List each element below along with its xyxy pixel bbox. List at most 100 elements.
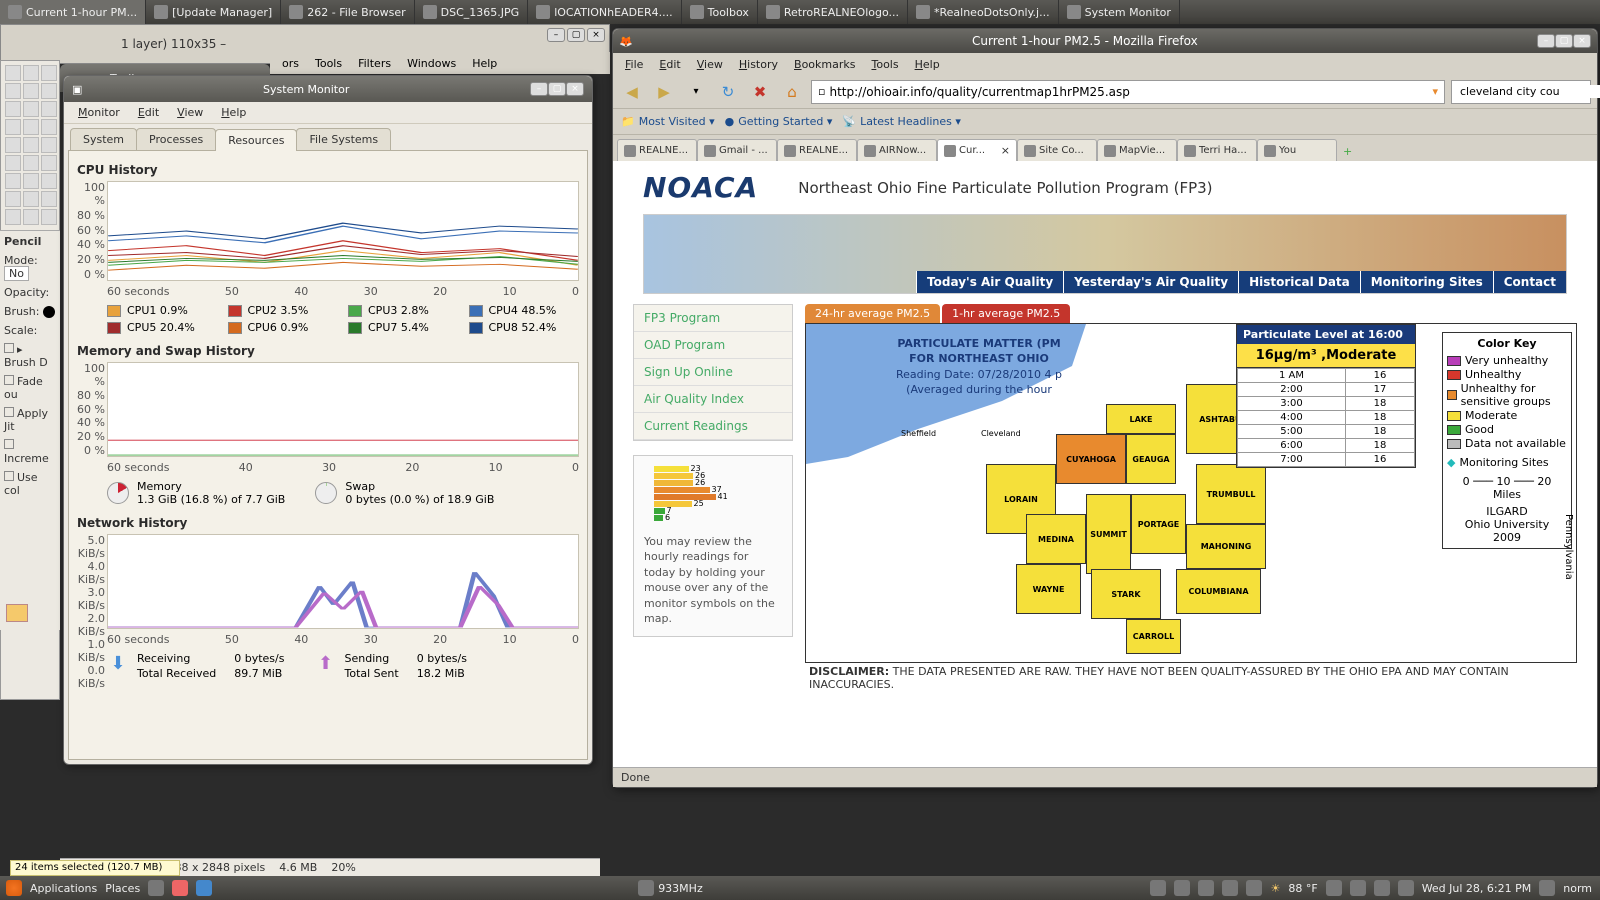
bookmark-item[interactable]: 📁Most Visited ▾ [621,115,715,128]
nav-item[interactable]: Today's Air Quality [916,271,1063,293]
menu-item[interactable]: Help [213,104,254,121]
new-tab-button[interactable]: + [1337,142,1358,161]
tool-button[interactable] [23,155,39,171]
nav-dropdown[interactable]: ▾ [683,79,709,105]
menu-item[interactable]: Help [909,56,946,73]
tool-button[interactable] [5,155,21,171]
tool-button[interactable] [41,209,57,225]
taskbar-item[interactable]: System Monitor [1059,0,1180,24]
county-mahoning[interactable]: MAHONING [1186,524,1266,569]
menu-item[interactable]: File [619,56,649,73]
brush-preview[interactable] [43,306,55,318]
tool-button[interactable] [41,191,57,207]
tool-button[interactable] [23,83,39,99]
option-row[interactable]: Apply Jit [4,407,56,433]
browser-tab[interactable]: Gmail - ... [697,139,777,161]
close-button[interactable]: × [566,82,584,96]
county-columbiana[interactable]: COLUMBIANA [1176,569,1261,614]
clock[interactable]: Wed Jul 28, 6:21 PM [1422,882,1532,895]
menu-item[interactable]: ors [276,55,305,72]
taskbar-item[interactable]: Current 1-hour PM... [0,0,146,24]
tray-icon[interactable] [1246,880,1262,896]
tool-button[interactable] [5,83,21,99]
county-geauga[interactable]: GEAUGA [1126,434,1176,484]
browser-tab[interactable]: Terri Ha... [1177,139,1257,161]
maximize-button[interactable]: ▢ [1555,34,1573,48]
tool-button[interactable] [5,119,21,135]
menu-item[interactable]: View [691,56,729,73]
tool-button[interactable] [23,191,39,207]
volume-icon[interactable] [1350,880,1366,896]
menu-item[interactable]: Windows [401,55,462,72]
browser-tab[interactable]: You [1257,139,1337,161]
menu-item[interactable]: Help [466,55,503,72]
county-summit[interactable]: SUMMIT [1086,494,1131,574]
tool-button[interactable] [5,173,21,189]
tool-button[interactable] [5,209,21,225]
sidebar-item[interactable]: Air Quality Index [634,386,792,413]
stop-button[interactable]: ✖ [747,79,773,105]
tool-button[interactable] [23,173,39,189]
menu-item[interactable]: Filters [352,55,397,72]
tab-1hr[interactable]: 1-hr average PM2.5 [942,304,1070,323]
tool-button[interactable] [41,155,57,171]
applications-menu[interactable]: Applications [30,882,97,895]
tray-icon[interactable] [1198,880,1214,896]
taskbar-item[interactable]: DSC_1365.JPG [415,0,529,24]
menu-item[interactable]: Monitor [70,104,128,121]
nav-item[interactable]: Monitoring Sites [1360,271,1493,293]
browser-tab[interactable]: AIRNow... [857,139,937,161]
browser-tab[interactable]: REALNE... [777,139,857,161]
tool-button[interactable] [41,83,57,99]
maximize-button[interactable]: ▢ [567,28,585,42]
tool-button[interactable] [23,137,39,153]
tab-system[interactable]: System [70,128,137,150]
nav-item[interactable]: Historical Data [1238,271,1360,293]
county-trumbull[interactable]: TRUMBULL [1196,464,1266,524]
browser-tab[interactable]: REALNE... [617,139,697,161]
sysmon-titlebar[interactable]: ▣ System Monitor – ▢ × [64,76,592,102]
county-wayne[interactable]: WAYNE [1016,564,1081,614]
system-menu-icon[interactable] [148,880,164,896]
bookmark-item[interactable]: ●Getting Started ▾ [725,115,833,128]
feed-icon[interactable]: ▾ [1432,85,1438,98]
sidebar-item[interactable]: OAD Program [634,332,792,359]
tool-button[interactable] [5,65,21,81]
county-medina[interactable]: MEDINA [1026,514,1086,564]
taskbar-item[interactable]: 262 - File Browser [281,0,414,24]
taskbar-item[interactable]: *RealneoDotsOnly.j... [908,0,1059,24]
taskbar-item[interactable]: [Update Manager] [146,0,281,24]
browser-tab[interactable]: Site Co... [1017,139,1097,161]
nav-item[interactable]: Contact [1493,271,1566,293]
taskbar-item[interactable]: Toolbox [682,0,758,24]
reload-button[interactable]: ↻ [715,79,741,105]
tool-button[interactable] [5,101,21,117]
bookmark-item[interactable]: 📡Latest Headlines ▾ [842,115,961,128]
tab-processes[interactable]: Processes [136,128,216,150]
minimize-button[interactable]: – [1537,34,1555,48]
option-row[interactable]: Increme [4,439,56,465]
tool-button[interactable] [41,65,57,81]
tray-icon[interactable] [1150,880,1166,896]
firefox-titlebar[interactable]: 🦊 Current 1-hour PM2.5 - Mozilla Firefox… [613,29,1597,53]
places-menu[interactable]: Places [105,882,140,895]
tab-24hr[interactable]: 24-hr average PM2.5 [805,304,940,323]
county-carroll[interactable]: CARROLL [1126,619,1181,654]
user-name[interactable]: norm [1563,882,1592,895]
tool-button[interactable] [5,191,21,207]
back-button[interactable]: ◀ [619,79,645,105]
forward-button[interactable]: ▶ [651,79,677,105]
tool-button[interactable] [41,173,57,189]
menu-item[interactable]: Edit [130,104,167,121]
tool-button[interactable] [41,137,57,153]
minimize-button[interactable]: – [530,82,548,96]
url-input[interactable] [829,85,1428,99]
county-cuyahoga[interactable]: CUYAHOGA [1056,434,1126,484]
menu-item[interactable]: View [169,104,211,121]
maximize-button[interactable]: ▢ [548,82,566,96]
ubuntu-icon[interactable] [6,880,22,896]
search-input[interactable] [1460,85,1600,98]
county-lake[interactable]: LAKE [1106,404,1176,434]
menu-item[interactable]: Bookmarks [788,56,861,73]
option-row[interactable]: ▸ Brush D [4,343,56,369]
